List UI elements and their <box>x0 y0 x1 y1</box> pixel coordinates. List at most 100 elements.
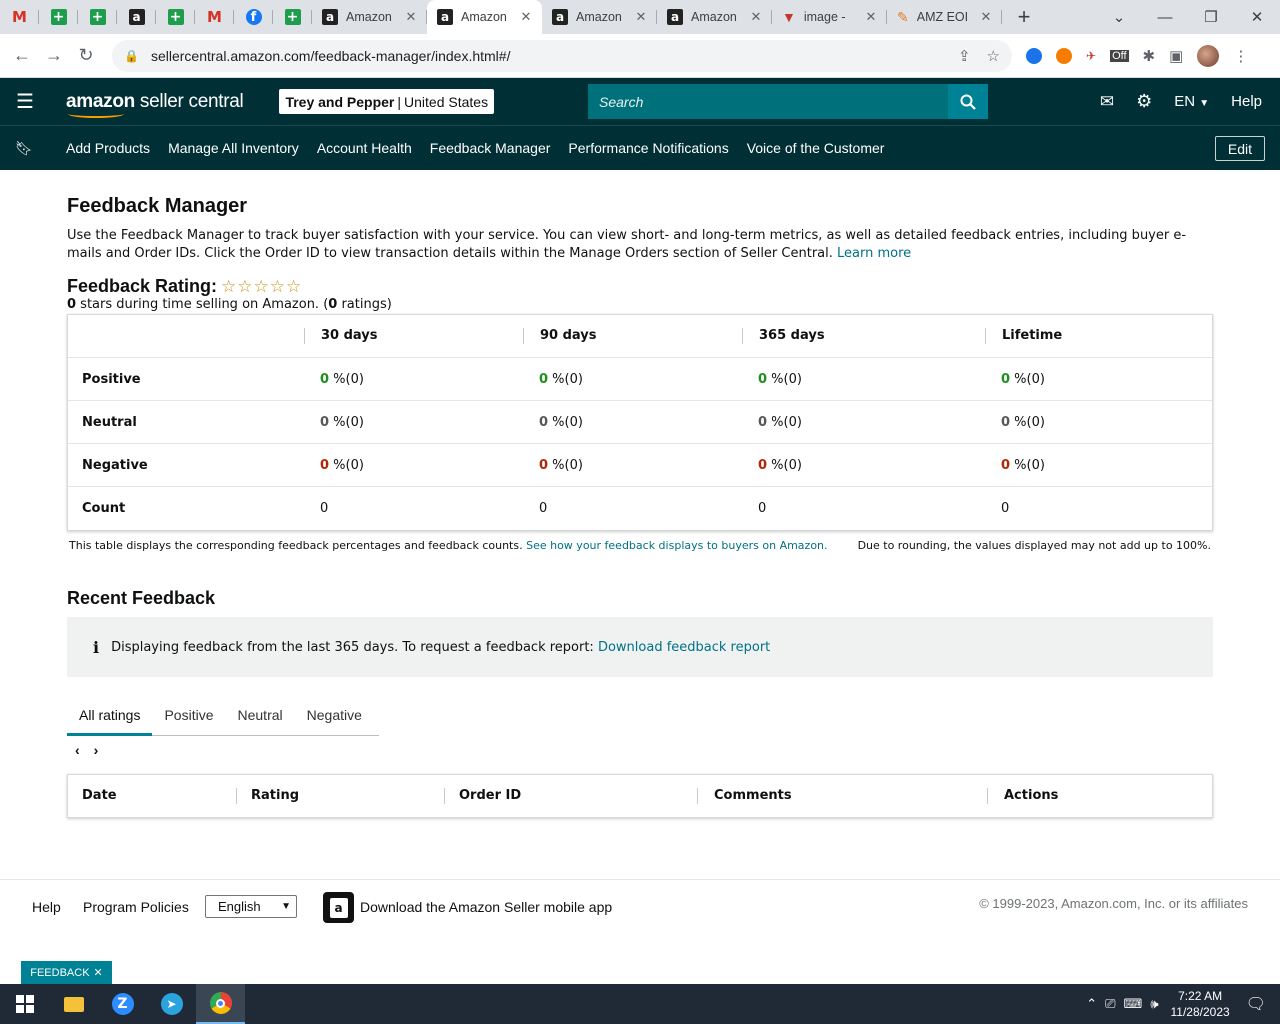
url-input[interactable]: 🔒 sellercentral.amazon.com/feedback-mana… <box>112 39 1012 72</box>
forward-icon[interactable]: → <box>38 45 70 66</box>
bookmark-star-icon[interactable]: ☆ <box>987 47 1000 65</box>
nav-account-health[interactable]: Account Health <box>317 140 412 156</box>
tab-search-icon[interactable]: ⌄ <box>1096 0 1142 34</box>
info-banner: i Displaying feedback from the last 365 … <box>67 617 1213 677</box>
back-icon[interactable]: ← <box>6 45 38 66</box>
mobile-app-link[interactable]: Download the Amazon Seller mobile app <box>360 899 612 915</box>
star-empty-icon: ☆ <box>221 276 237 296</box>
footer-help-link[interactable]: Help <box>32 899 61 915</box>
pinned-tab-amazon[interactable]: a <box>117 0 156 34</box>
cell-text: %(0) <box>329 371 364 387</box>
tray-chevron-up-icon[interactable]: ⌃ <box>1086 996 1097 1012</box>
language-select[interactable]: English ▼ <box>205 895 297 918</box>
meet-now-icon[interactable]: ⎚ <box>1105 996 1115 1012</box>
hamburger-menu-icon[interactable]: ☰ <box>0 89 50 114</box>
pinned-tab-sheets[interactable]: + <box>273 0 312 34</box>
search-input[interactable]: Search <box>588 84 948 119</box>
tab-negative[interactable]: Negative <box>295 694 374 736</box>
settings-gear-icon[interactable]: ⚙ <box>1136 91 1152 112</box>
pinned-tab-sheets[interactable]: + <box>39 0 78 34</box>
column-header-date[interactable]: Date <box>68 788 236 804</box>
close-icon[interactable]: ✕ <box>863 9 879 25</box>
tab-all-ratings[interactable]: All ratings <box>67 694 153 736</box>
chrome-icon[interactable] <box>196 984 245 1024</box>
tab-positive[interactable]: Positive <box>152 694 225 736</box>
mail-icon[interactable]: ✉ <box>1100 92 1114 112</box>
search-button[interactable] <box>948 84 988 119</box>
puzzle-icon[interactable]: ✱ <box>1143 47 1156 65</box>
nav-add-products[interactable]: Add Products <box>66 140 150 156</box>
browser-tab[interactable]: ▼ image - ✕ <box>772 0 887 34</box>
close-icon[interactable]: ✕ <box>978 9 994 25</box>
browser-tab[interactable]: a Amazon ✕ <box>542 0 657 34</box>
row-label: Neutral <box>82 414 137 430</box>
restore-icon[interactable]: ❐ <box>1188 0 1234 34</box>
nav-performance-notifications[interactable]: Performance Notifications <box>568 140 728 156</box>
browser-tab[interactable]: a Amazon ✕ <box>312 0 427 34</box>
browser-tab-active[interactable]: a Amazon ✕ <box>427 0 542 34</box>
new-tab-button[interactable]: + <box>1002 0 1046 34</box>
seller-central-logo[interactable]: amazon seller central <box>66 91 244 118</box>
pinned-tab-facebook[interactable]: f <box>234 0 273 34</box>
notifications-icon[interactable]: 🗨︎ <box>1246 994 1266 1014</box>
nav-voice-of-customer[interactable]: Voice of the Customer <box>747 140 885 156</box>
program-policies-link[interactable]: Program Policies <box>83 899 189 915</box>
extension-icon[interactable]: ✈ <box>1086 49 1096 63</box>
image-app-icon: ▼ <box>782 9 796 25</box>
sheets-icon: + <box>50 9 67 25</box>
nav-feedback-manager[interactable]: Feedback Manager <box>430 140 551 156</box>
reload-icon[interactable]: ↻ <box>70 45 102 66</box>
chevron-left-icon[interactable]: ‹ <box>75 742 80 758</box>
column-header-rating[interactable]: Rating <box>236 788 444 804</box>
windows-start-icon[interactable] <box>0 984 49 1024</box>
close-icon[interactable]: ✕ <box>633 9 649 25</box>
extension-icon[interactable] <box>1026 47 1042 64</box>
zoom-icon[interactable]: Z <box>98 984 147 1024</box>
stars-text: stars during time selling on Amazon. ( <box>76 297 329 312</box>
close-icon[interactable]: ✕ <box>94 966 103 979</box>
table-row-neutral: Neutral 0 %(0) 0 %(0) 0 %(0) 0 %(0) <box>68 401 1212 444</box>
menu-kebab-icon[interactable]: ⋮ <box>1233 47 1248 65</box>
browser-tab[interactable]: ✎ AMZ EOI ✕ <box>887 0 1002 34</box>
minimize-icon[interactable]: — <box>1142 0 1188 34</box>
download-report-link[interactable]: Download feedback report <box>598 640 770 655</box>
lock-icon[interactable]: 🔒 <box>124 49 139 63</box>
extension-off-icon[interactable]: Off <box>1110 49 1129 62</box>
window-controls: ⌄ — ❐ ✕ <box>1096 0 1280 34</box>
network-icon[interactable]: ⌨ <box>1124 996 1143 1012</box>
help-link[interactable]: Help <box>1231 93 1262 110</box>
edit-nav-button[interactable]: Edit <box>1214 136 1265 161</box>
telegram-icon[interactable]: ➤ <box>147 984 196 1024</box>
chevron-right-icon[interactable]: › <box>94 742 99 758</box>
close-window-icon[interactable]: ✕ <box>1234 0 1280 34</box>
store-selector[interactable]: Trey and Pepper | United States <box>279 89 495 114</box>
side-panel-icon[interactable]: ▣ <box>1169 47 1183 65</box>
browser-tab[interactable]: a Amazon ✕ <box>657 0 772 34</box>
volume-icon[interactable]: 🕪︎ <box>1150 996 1158 1012</box>
tab-neutral[interactable]: Neutral <box>226 694 295 736</box>
browser-tab-bar: M + + a + M f + a Amazon ✕ a Amazon ✕ a Amazo… <box>0 0 1280 34</box>
file-explorer-icon[interactable] <box>49 984 98 1024</box>
profile-avatar[interactable] <box>1197 44 1220 67</box>
column-header-order-id[interactable]: Order ID <box>444 788 697 804</box>
amazon-seller-app-icon[interactable]: a <box>323 892 354 923</box>
pinned-tab-sheets[interactable]: + <box>156 0 195 34</box>
extension-icon[interactable] <box>1056 47 1072 64</box>
learn-more-link[interactable]: Learn more <box>837 246 911 261</box>
language-selector[interactable]: EN ▼ <box>1174 93 1209 110</box>
table-cell: 0 %(0) <box>742 415 985 430</box>
table-note-text: This table displays the corresponding fe… <box>69 539 523 552</box>
close-icon[interactable]: ✕ <box>518 9 534 25</box>
close-icon[interactable]: ✕ <box>748 9 764 25</box>
close-icon[interactable]: ✕ <box>403 9 419 25</box>
buyer-display-link[interactable]: See how your feedback displays to buyers… <box>526 539 827 552</box>
bookmark-icon[interactable]: 🔖︎ <box>0 140 48 157</box>
pinned-tab-sheets[interactable]: + <box>78 0 117 34</box>
pinned-tab-gmail[interactable]: M <box>0 0 39 34</box>
nav-manage-inventory[interactable]: Manage All Inventory <box>168 140 299 156</box>
table-cell: 0 %(0) <box>985 415 1212 430</box>
feedback-button[interactable]: FEEDBACK ✕ <box>21 961 112 984</box>
share-icon[interactable]: ⇪ <box>958 47 971 65</box>
taskbar-clock[interactable]: 7:22 AM 11/28/2023 <box>1171 988 1230 1020</box>
pinned-tab-gmail[interactable]: M <box>195 0 234 34</box>
